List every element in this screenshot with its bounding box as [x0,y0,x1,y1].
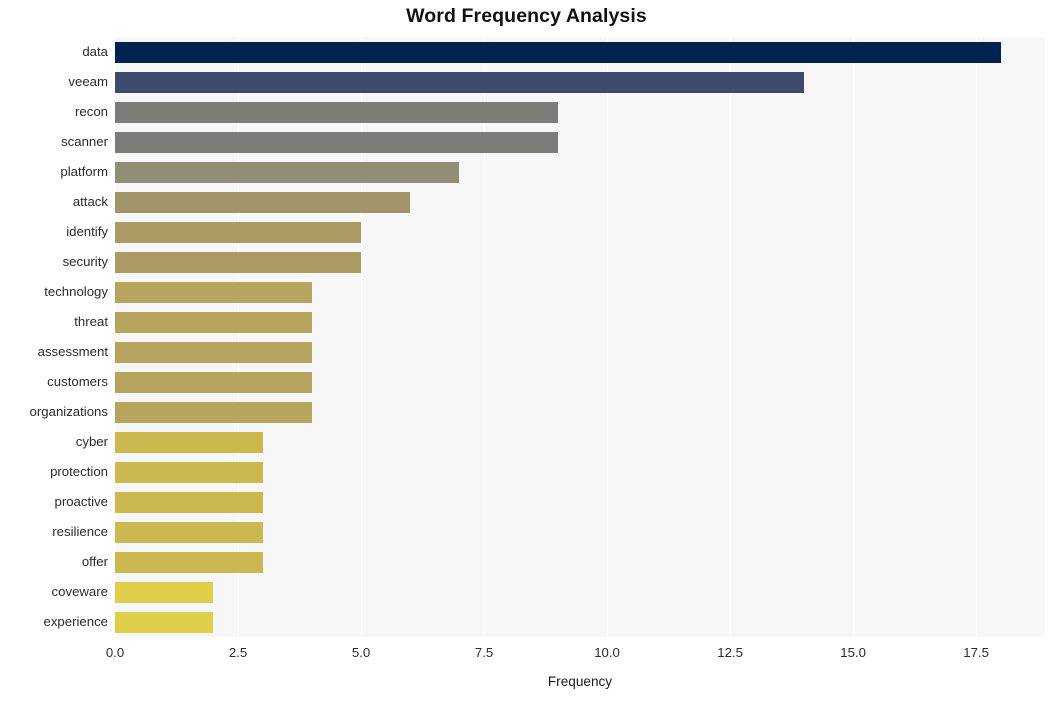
bar [115,311,312,333]
bar [115,221,362,243]
y-axis-tick-label: experience [43,614,108,629]
y-axis-tick-label: organizations [29,404,108,419]
bar [115,461,263,483]
bar [115,131,558,153]
bar [115,611,214,633]
y-axis-tick-label: platform [60,164,108,179]
y-axis-tick-label: scanner [61,134,108,149]
y-axis-tick-label: security [62,254,108,269]
bar [115,161,460,183]
y-axis-tick-label: coveware [51,584,108,599]
bar [115,191,411,213]
gridline-x [853,37,855,637]
x-axis-tick-label: 7.5 [474,645,494,660]
x-axis-tick-label: 15.0 [840,645,866,660]
gridline-x [730,37,732,637]
x-axis-tick-label: 0.0 [105,645,125,660]
y-axis-tick-label: assessment [37,344,108,359]
y-axis-tick-label: resilience [52,524,108,539]
x-axis-tick-label: 10.0 [594,645,620,660]
bar [115,521,263,543]
bar [115,581,214,603]
gridline-x [607,37,609,637]
bar [115,491,263,513]
x-axis-tick-labels: 0.0 2.5 5.0 7.5 10.0 12.5 15.0 17.5 [0,645,1053,667]
x-axis-tick-label: 12.5 [717,645,743,660]
bar [115,371,312,393]
y-axis-tick-label: customers [47,374,108,389]
bar [115,251,362,273]
y-axis-tick-label: offer [81,554,108,569]
word-frequency-chart-figure: Word Frequency Analysis data veeam recon sc… [0,0,1053,701]
gridline-x [361,37,363,637]
gridline-x [115,37,117,637]
plot-area [115,37,1045,637]
bar [115,41,1001,63]
y-axis-tick-label: veeam [68,74,108,89]
y-axis-tick-labels: data veeam recon scanner platform attack ident… [0,37,108,637]
bar [115,551,263,573]
y-axis-tick-label: attack [72,194,108,209]
y-axis-tick-label: identify [66,224,108,239]
y-axis-tick-label: data [82,44,108,59]
y-axis-tick-label: recon [75,104,108,119]
bar [115,401,312,423]
chart-title: Word Frequency Analysis [406,5,647,27]
bar [115,281,312,303]
y-axis-tick-label: technology [44,284,108,299]
bar [115,71,804,93]
y-axis-tick-label: protection [50,464,108,479]
bar [115,341,312,363]
bar [115,431,263,453]
bar [115,101,558,123]
y-axis-tick-label: threat [74,314,108,329]
gridline-x [976,37,978,637]
x-axis-tick-label: 17.5 [963,645,989,660]
y-axis-tick-label: proactive [54,494,108,509]
x-axis-tick-label: 5.0 [351,645,371,660]
gridline-x [238,37,240,637]
y-axis-tick-label: cyber [75,434,108,449]
gridline-x [484,37,486,637]
x-axis-tick-label: 2.5 [228,645,248,660]
x-axis-title: Frequency [547,674,613,689]
